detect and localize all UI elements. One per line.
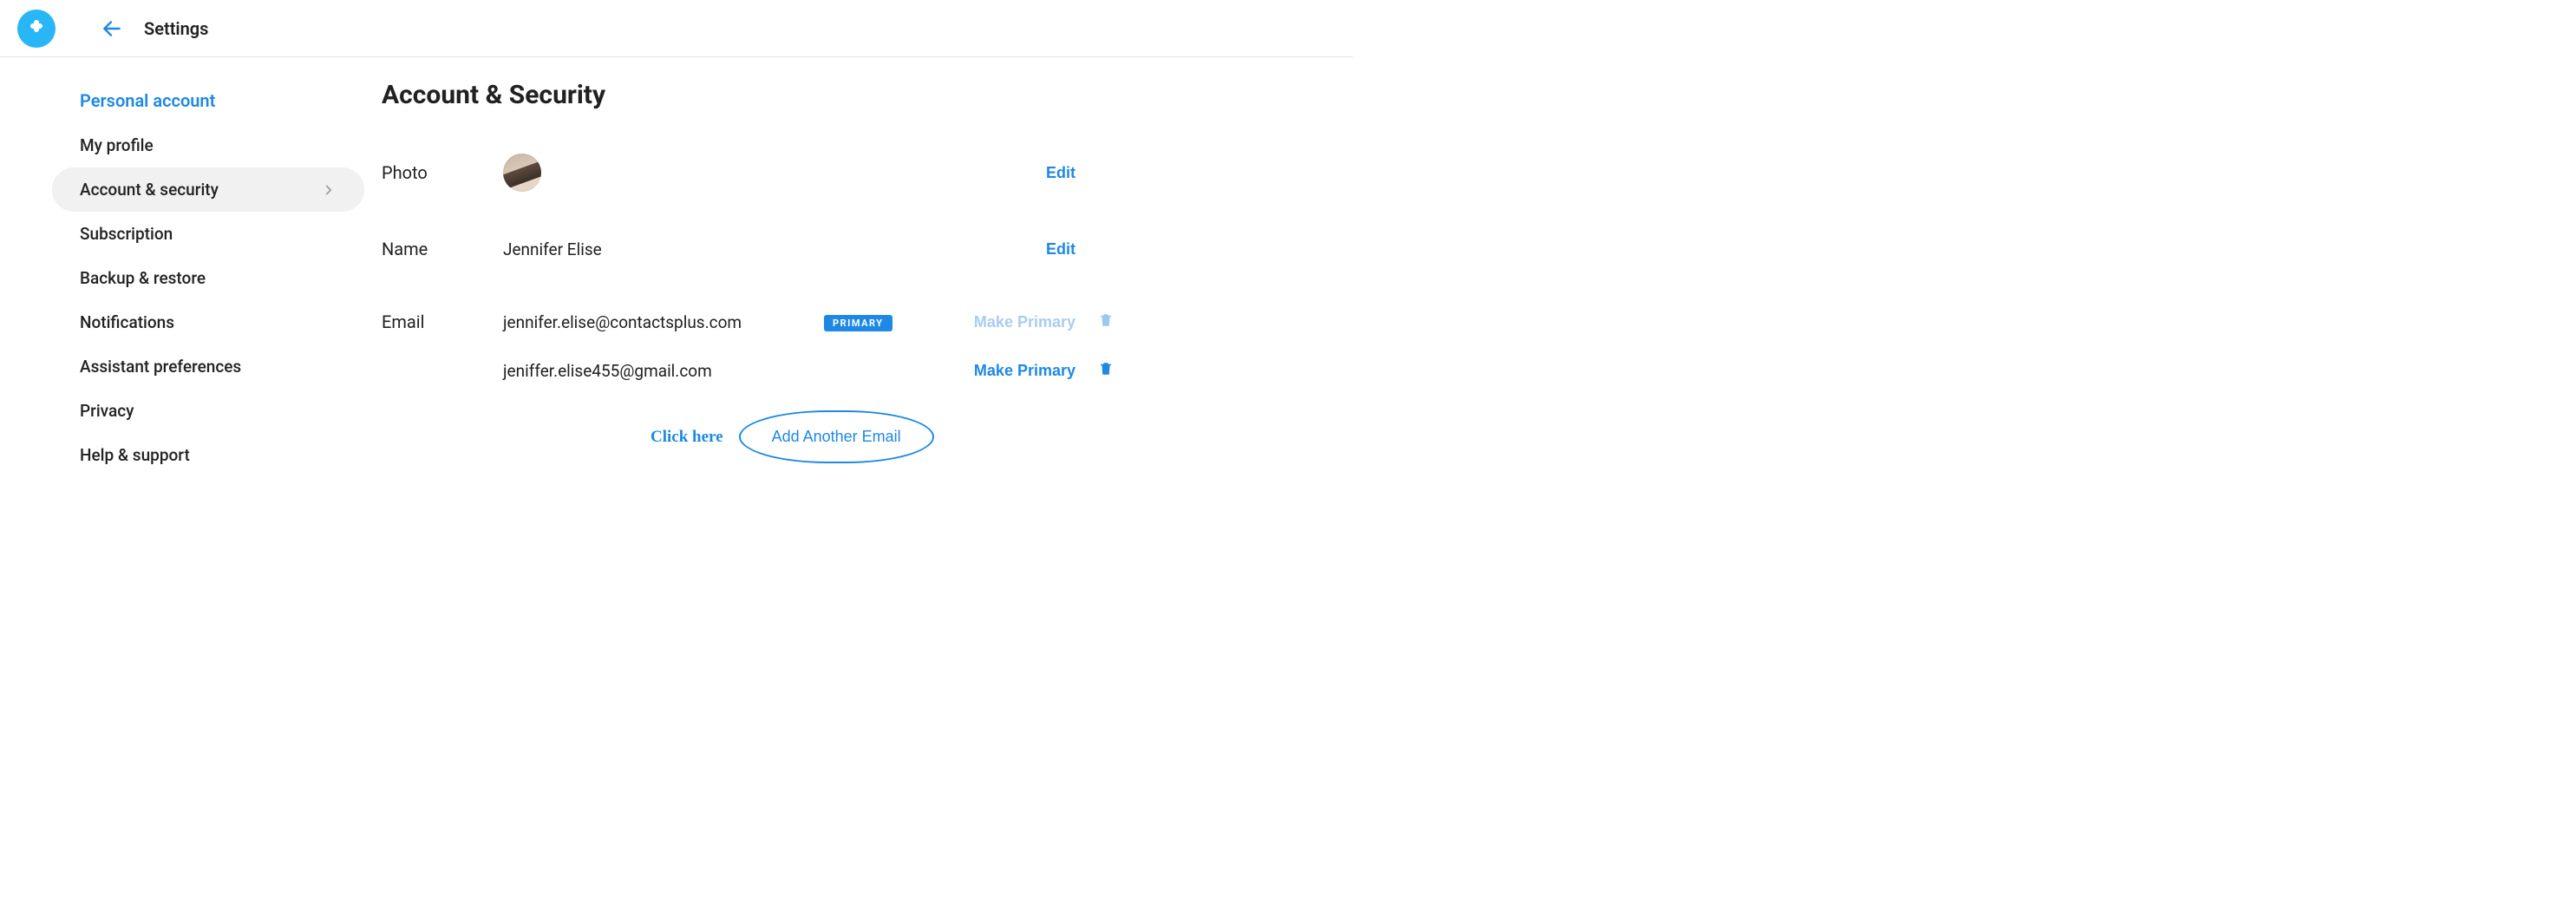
sidebar-item-notifications[interactable]: Notifications: [52, 300, 364, 344]
sidebar-item-label: Assistant preferences: [80, 357, 241, 377]
sidebar-item-label: Notifications: [80, 312, 174, 332]
arrow-left-icon: [101, 17, 123, 40]
sidebar-item-subscription[interactable]: Subscription: [52, 212, 364, 256]
make-primary-button-1[interactable]: Make Primary: [974, 362, 1076, 380]
add-another-email-button[interactable]: Add Another Email: [739, 410, 934, 463]
row-email-0: Email jennifer.elise@contactsplus.com PR…: [382, 298, 1353, 346]
name-value: Jennifer Elise: [503, 239, 824, 259]
avatar[interactable]: [503, 154, 541, 192]
sidebar-item-label: My profile: [80, 135, 154, 155]
email-section: Email jennifer.elise@contactsplus.com PR…: [382, 287, 1353, 463]
email-address-1: jeniffer.elise455@gmail.com: [503, 361, 824, 381]
sidebar: Personal account My profile Account & se…: [0, 78, 382, 477]
sidebar-item-label: Backup & restore: [80, 268, 206, 288]
row-label-email: Email: [382, 311, 503, 332]
trash-icon: [1098, 312, 1114, 328]
topbar: Settings: [0, 0, 1353, 57]
sidebar-item-backup-restore[interactable]: Backup & restore: [52, 256, 364, 300]
sidebar-item-label: Account & security: [80, 180, 219, 200]
sidebar-section-personal-account[interactable]: Personal account: [52, 78, 364, 123]
chevron-right-icon: [321, 182, 337, 198]
sidebar-item-account-security[interactable]: Account & security: [52, 167, 364, 212]
make-primary-button-0: Make Primary: [974, 313, 1076, 331]
sidebar-item-label: Privacy: [80, 401, 134, 421]
sidebar-item-assistant-preferences[interactable]: Assistant preferences: [52, 344, 364, 389]
sidebar-item-label: Subscription: [80, 224, 173, 244]
app-logo[interactable]: [17, 10, 56, 48]
sidebar-item-label: Help & support: [80, 445, 190, 465]
sidebar-item-my-profile[interactable]: My profile: [52, 123, 364, 167]
page-breadcrumb: Settings: [144, 18, 208, 39]
row-email-1: jeniffer.elise455@gmail.com Make Primary: [382, 346, 1353, 395]
primary-badge: PRIMARY: [824, 315, 892, 331]
row-name: Name Jennifer Elise Edit: [382, 211, 1353, 287]
delete-email-button-1[interactable]: [1098, 364, 1114, 380]
edit-photo-button[interactable]: Edit: [1046, 164, 1076, 182]
annotation-click-here: Click here: [651, 428, 723, 447]
trash-icon: [1098, 361, 1114, 377]
row-label-name: Name: [382, 239, 503, 259]
email-address-0: jennifer.elise@contactsplus.com: [503, 312, 824, 332]
edit-name-button[interactable]: Edit: [1046, 240, 1076, 259]
delete-email-button-0: [1098, 315, 1114, 331]
row-photo: Photo Edit: [382, 134, 1353, 211]
back-button[interactable]: [101, 17, 123, 40]
sidebar-item-help-support[interactable]: Help & support: [52, 433, 364, 477]
sidebar-item-privacy[interactable]: Privacy: [52, 389, 364, 433]
add-email-row: Click here Add Another Email: [382, 395, 1353, 463]
logo-icon: [26, 18, 47, 39]
photo-value: [503, 154, 824, 192]
main-panel: Account & Security Photo Edit Name Jenni…: [382, 78, 1353, 477]
row-label-photo: Photo: [382, 162, 503, 183]
page-title: Account & Security: [382, 78, 1353, 134]
